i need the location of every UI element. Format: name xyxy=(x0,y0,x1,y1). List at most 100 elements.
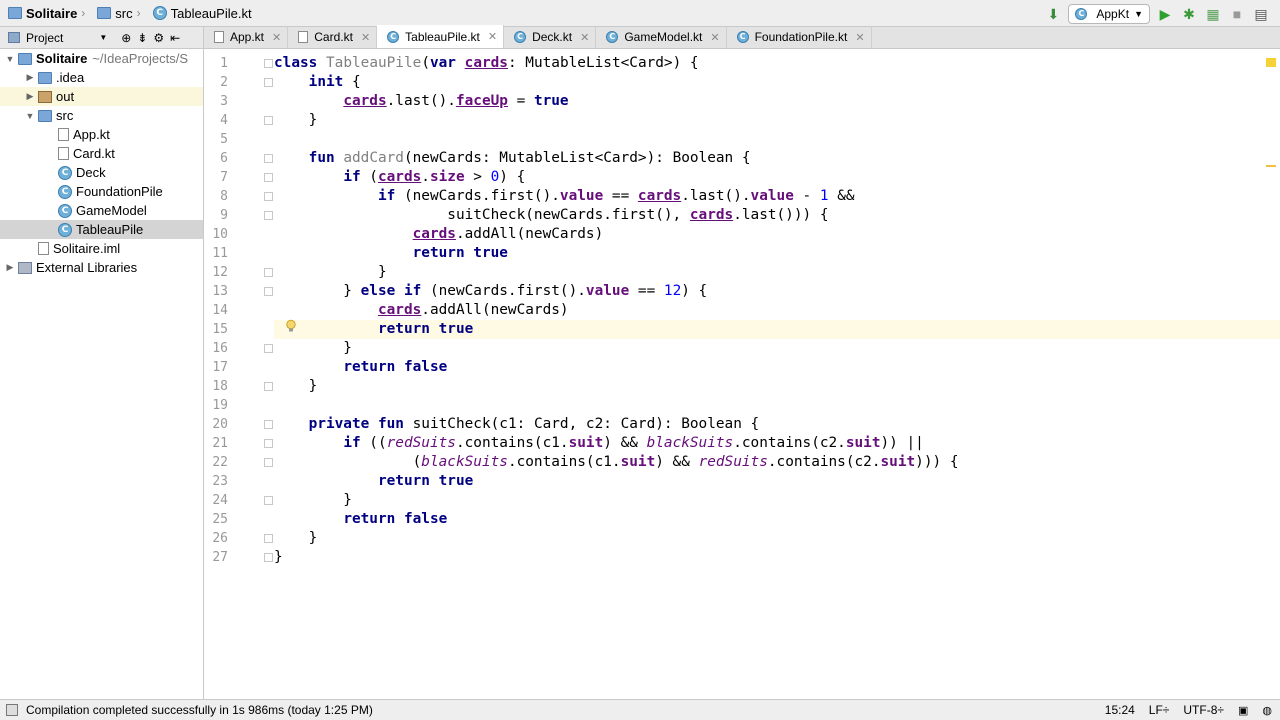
gear-icon[interactable]: ⚙ xyxy=(153,31,164,45)
fold-marker-icon[interactable] xyxy=(264,173,273,182)
fold-marker-icon[interactable] xyxy=(264,78,273,87)
fold-marker-icon[interactable] xyxy=(264,154,273,163)
fold-marker-icon[interactable] xyxy=(264,287,273,296)
code-line[interactable]: cards.addAll(newCards) xyxy=(274,225,1280,244)
fold-marker-icon[interactable] xyxy=(264,192,273,201)
collapse-arrow-icon[interactable]: ▶ xyxy=(24,72,36,83)
debug-icon[interactable]: ✱ xyxy=(1180,5,1198,23)
expand-arrow-icon[interactable]: ▼ xyxy=(4,54,16,64)
fold-marker-icon[interactable] xyxy=(264,420,273,429)
tab-tableaupile-kt[interactable]: C TableauPile.kt ✕ xyxy=(377,25,505,48)
breadcrumb-file[interactable]: C TableauPile.kt xyxy=(145,0,256,27)
tree-item-foundationpile[interactable]: C FoundationPile xyxy=(0,182,203,201)
close-icon[interactable]: ✕ xyxy=(361,31,370,44)
breadcrumb-project[interactable]: Solitaire › xyxy=(0,0,89,27)
collapse-arrow-icon[interactable]: ▶ xyxy=(4,262,16,273)
fold-marker-icon[interactable] xyxy=(264,534,273,543)
tree-item-idea[interactable]: ▶ .idea xyxy=(0,68,203,87)
code-line[interactable]: } else if (newCards.first().value == 12)… xyxy=(274,282,1280,301)
tree-item-src[interactable]: ▼ src xyxy=(0,106,203,125)
run-config-select[interactable]: C AppKt ▼ xyxy=(1068,3,1150,24)
line-separator[interactable]: LF÷ xyxy=(1149,703,1170,717)
code-line[interactable] xyxy=(274,130,1280,149)
code-line[interactable]: private fun suitCheck(c1: Card, c2: Card… xyxy=(274,415,1280,434)
fold-marker-icon[interactable] xyxy=(264,496,273,505)
tree-item-deck[interactable]: C Deck xyxy=(0,163,203,182)
close-icon[interactable]: ✕ xyxy=(272,31,281,44)
tree-item-card-kt[interactable]: Card.kt xyxy=(0,144,203,163)
sync-icon[interactable]: ⊕ xyxy=(121,31,131,45)
close-icon[interactable]: ✕ xyxy=(488,30,497,43)
code-line[interactable]: return true xyxy=(274,244,1280,263)
run-icon[interactable]: ▶ xyxy=(1156,5,1174,23)
code-line[interactable]: } xyxy=(274,263,1280,282)
chevron-down-icon[interactable]: ▼ xyxy=(99,33,107,42)
tab-gamemodel-kt[interactable]: C GameModel.kt ✕ xyxy=(596,26,727,48)
tab-label: Deck.kt xyxy=(532,30,573,44)
code-line[interactable]: cards.last().faceUp = true xyxy=(274,92,1280,111)
close-icon[interactable]: ✕ xyxy=(580,31,589,44)
project-view-select[interactable]: Project xyxy=(26,31,63,45)
coverage-icon[interactable]: ▦ xyxy=(1204,5,1222,23)
fold-marker-icon[interactable] xyxy=(264,458,273,467)
code-line[interactable]: if (newCards.first().value == cards.last… xyxy=(274,187,1280,206)
code-line[interactable]: init { xyxy=(274,73,1280,92)
tab-deck-kt[interactable]: C Deck.kt ✕ xyxy=(504,26,597,48)
code-line[interactable]: if (cards.size > 0) { xyxy=(274,168,1280,187)
code-line[interactable]: return true xyxy=(274,472,1280,491)
hide-icon[interactable]: ⇤ xyxy=(170,31,180,45)
collapse-arrow-icon[interactable]: ▶ xyxy=(24,91,36,102)
tree-item-solitaire[interactable]: ▼ Solitaire ~/IdeaProjects/S xyxy=(0,49,203,68)
fold-marker-icon[interactable] xyxy=(264,553,273,562)
code-line[interactable]: } xyxy=(274,339,1280,358)
lightbulb-icon[interactable] xyxy=(284,319,298,333)
tree-item-app-kt[interactable]: App.kt xyxy=(0,125,203,144)
fold-marker-icon[interactable] xyxy=(264,344,273,353)
tree-item-external-libraries[interactable]: ▶ External Libraries xyxy=(0,258,203,277)
fold-marker-icon[interactable] xyxy=(264,59,273,68)
fold-marker-icon[interactable] xyxy=(264,382,273,391)
tree-item-gamemodel[interactable]: C GameModel xyxy=(0,201,203,220)
code-line[interactable]: } xyxy=(274,111,1280,130)
project-structure-icon[interactable]: ▤ xyxy=(1252,5,1270,23)
code-line[interactable]: } xyxy=(274,377,1280,396)
fold-marker-icon[interactable] xyxy=(264,116,273,125)
tree-item-solitaire-iml[interactable]: Solitaire.iml xyxy=(0,239,203,258)
breadcrumb-folder[interactable]: src › xyxy=(89,0,144,27)
stop-icon[interactable]: ■ xyxy=(1228,5,1246,23)
inspector-icon[interactable]: ◍ xyxy=(1262,704,1272,717)
code-line[interactable]: return false xyxy=(274,358,1280,377)
tree-item-out[interactable]: ▶ out xyxy=(0,87,203,106)
caret-position[interactable]: 15:24 xyxy=(1105,703,1135,717)
close-icon[interactable]: ✕ xyxy=(855,31,864,44)
code-editor[interactable]: 1 2 3 4 5 6 7 8 9 10 11 12 13 14 15 16 17 18 19 20 21 22 23 24 2… xyxy=(204,50,1280,699)
collapse-all-icon[interactable]: ⇟ xyxy=(137,31,147,45)
lock-icon[interactable]: ▣ xyxy=(1238,704,1248,717)
code-line[interactable]: fun addCard(newCards: MutableList<Card>)… xyxy=(274,149,1280,168)
build-icon[interactable]: ⬇ xyxy=(1044,5,1062,23)
close-icon[interactable]: ✕ xyxy=(710,31,719,44)
code-line[interactable]: return false xyxy=(274,510,1280,529)
fold-marker-icon[interactable] xyxy=(264,211,273,220)
warning-marker[interactable] xyxy=(1266,58,1276,67)
fold-marker-icon[interactable] xyxy=(264,268,273,277)
tool-window-toggle-icon[interactable] xyxy=(6,704,18,716)
file-encoding[interactable]: UTF-8÷ xyxy=(1183,703,1224,717)
code-line[interactable]: return true xyxy=(274,320,1280,339)
tree-item-tableaupile[interactable]: C TableauPile xyxy=(0,220,203,239)
tab-foundationpile-kt[interactable]: C FoundationPile.kt ✕ xyxy=(727,26,872,48)
code-line[interactable]: cards.addAll(newCards) xyxy=(274,301,1280,320)
code-line[interactable]: (blackSuits.contains(c1.suit) && redSuit… xyxy=(274,453,1280,472)
code-line[interactable]: } xyxy=(274,529,1280,548)
code-line[interactable]: if ((redSuits.contains(c1.suit) && black… xyxy=(274,434,1280,453)
code-line[interactable]: } xyxy=(274,548,1280,567)
line-number: 1 xyxy=(220,56,228,71)
code-line[interactable] xyxy=(274,396,1280,415)
tab-app-kt[interactable]: App.kt ✕ xyxy=(204,26,289,48)
code-line[interactable]: } xyxy=(274,491,1280,510)
code-line[interactable]: suitCheck(newCards.first(), cards.last()… xyxy=(274,206,1280,225)
fold-marker-icon[interactable] xyxy=(264,439,273,448)
code-line[interactable]: class TableauPile(var cards: MutableList… xyxy=(274,54,1280,73)
tab-card-kt[interactable]: Card.kt ✕ xyxy=(288,26,378,48)
expand-arrow-icon[interactable]: ▼ xyxy=(24,111,36,121)
